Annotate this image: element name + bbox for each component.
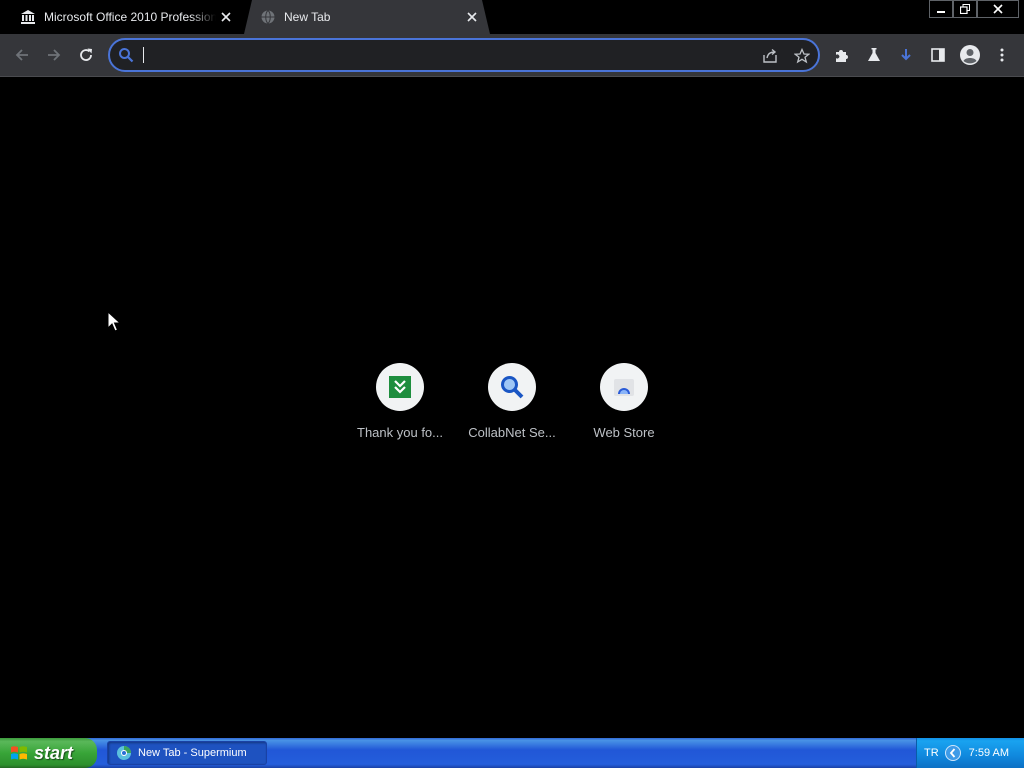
minimize-icon — [937, 11, 945, 13]
tab-office[interactable]: Microsoft Office 2010 Professional P — [12, 0, 244, 34]
tab-new-tab[interactable]: New Tab — [244, 0, 490, 34]
shortcut-label: CollabNet Se... — [468, 425, 556, 440]
reload-button[interactable] — [70, 39, 102, 71]
close-tab-icon[interactable] — [462, 7, 482, 27]
close-window-button[interactable] — [977, 0, 1019, 18]
tab-title: Microsoft Office 2010 Professional P — [44, 10, 216, 24]
start-button[interactable]: start — [0, 738, 97, 768]
address-input[interactable] — [140, 46, 744, 66]
downloads-button[interactable] — [890, 39, 922, 71]
shortcut-tile[interactable]: CollabNet Se... — [456, 363, 568, 453]
menu-button[interactable] — [986, 39, 1018, 71]
forward-button[interactable] — [38, 39, 70, 71]
text-caret — [143, 47, 144, 63]
labs-button[interactable] — [858, 39, 890, 71]
language-indicator[interactable]: TR — [924, 747, 939, 759]
avatar-icon — [960, 45, 980, 65]
globe-icon — [260, 9, 276, 25]
magnifier-icon — [488, 363, 536, 411]
address-bar[interactable] — [108, 38, 820, 72]
shortcut-label: Thank you fo... — [357, 425, 443, 440]
shortcut-label: Web Store — [593, 425, 655, 440]
browser-toolbar — [0, 34, 1024, 77]
bookmark-star-icon[interactable] — [790, 45, 814, 67]
flask-icon — [868, 48, 880, 61]
web-store-icon — [600, 363, 648, 411]
close-icon — [993, 4, 1003, 14]
extensions-button[interactable] — [826, 39, 858, 71]
puzzle-piece-icon — [836, 50, 848, 62]
side-panel-button[interactable] — [922, 39, 954, 71]
close-tab-icon[interactable] — [216, 7, 236, 27]
mouse-pointer-icon — [107, 311, 121, 332]
shortcut-tile[interactable]: Web Store — [568, 363, 680, 453]
system-tray: TR 7:59 AM — [916, 738, 1024, 768]
forward-arrow-icon — [48, 49, 61, 61]
restore-button[interactable] — [953, 0, 977, 18]
desktop-screen: Microsoft Office 2010 Professional P New… — [0, 0, 1024, 768]
chevron-left-icon[interactable] — [944, 745, 961, 761]
restore-icon — [960, 4, 970, 14]
back-button[interactable] — [6, 39, 38, 71]
bank-icon — [20, 9, 36, 25]
green-download-icon — [376, 363, 424, 411]
tab-title: New Tab — [284, 10, 331, 24]
share-icon[interactable] — [758, 45, 782, 67]
taskbar: start New Tab - Supermium TR 7:59 AM — [0, 738, 1024, 768]
shortcut-tile[interactable]: Thank you fo... — [344, 363, 456, 453]
back-arrow-icon — [15, 49, 28, 61]
side-panel-icon — [931, 48, 945, 62]
taskbar-app-button[interactable]: New Tab - Supermium — [107, 741, 267, 765]
kebab-menu-icon — [1000, 48, 1004, 62]
reload-icon — [80, 48, 92, 61]
taskbar-app-label: New Tab - Supermium — [138, 747, 247, 759]
start-label: start — [34, 742, 74, 763]
supermium-icon — [117, 746, 131, 760]
profile-button[interactable] — [954, 39, 986, 71]
search-icon — [118, 47, 134, 63]
download-arrow-icon — [901, 49, 911, 61]
clock: 7:59 AM — [968, 747, 1010, 759]
tab-strip: Microsoft Office 2010 Professional P New… — [0, 0, 1024, 34]
new-tab-page: Thank you fo... CollabNet Se... Web Stor… — [0, 77, 1024, 738]
windows-logo-icon — [11, 746, 27, 760]
minimize-button[interactable] — [929, 0, 953, 18]
